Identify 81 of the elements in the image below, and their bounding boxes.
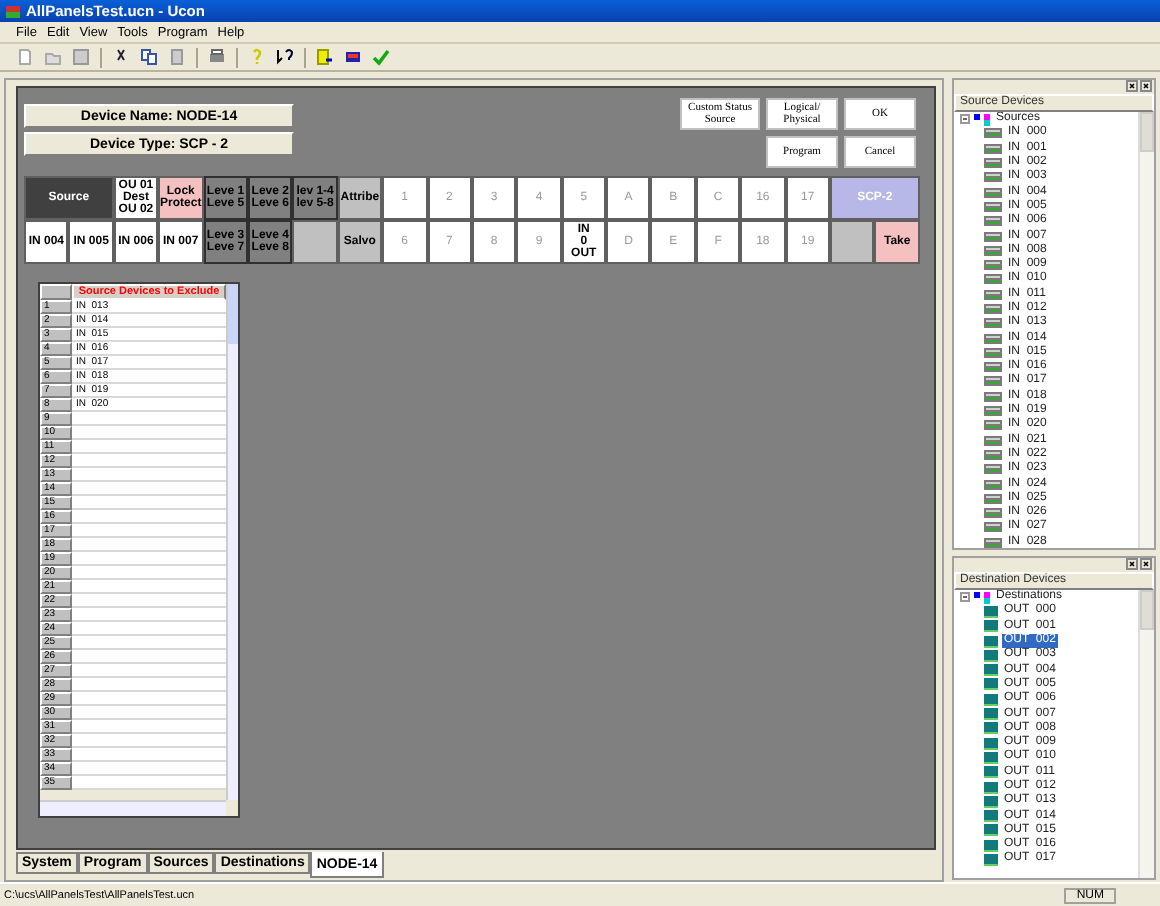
cut-icon[interactable] bbox=[112, 48, 130, 66]
paste-icon[interactable] bbox=[168, 48, 186, 66]
device-icon bbox=[984, 231, 1002, 242]
table-cell[interactable] bbox=[72, 706, 226, 720]
close-icon[interactable] bbox=[1140, 80, 1152, 92]
device-icon bbox=[984, 289, 1002, 300]
device-icon bbox=[984, 362, 1002, 373]
device-icon bbox=[984, 391, 1002, 402]
device-icon bbox=[984, 493, 1002, 504]
scrollbar[interactable] bbox=[1138, 590, 1154, 878]
panel-key[interactable] bbox=[292, 220, 338, 264]
device-icon bbox=[984, 143, 1002, 154]
printer-icon[interactable] bbox=[208, 48, 226, 66]
scrollbar[interactable] bbox=[1138, 112, 1154, 548]
table-cell[interactable] bbox=[72, 692, 226, 706]
table-cell[interactable] bbox=[72, 468, 226, 482]
horizontal-scrollbar[interactable] bbox=[40, 800, 226, 816]
device-icon bbox=[984, 508, 1002, 519]
device-icon bbox=[984, 245, 1002, 256]
device-icon bbox=[984, 304, 1002, 314]
table-cell[interactable] bbox=[72, 510, 226, 524]
group-icon bbox=[974, 591, 990, 604]
open-folder-icon[interactable] bbox=[44, 48, 62, 66]
device-icon bbox=[984, 347, 1002, 358]
table-cell[interactable] bbox=[72, 538, 226, 552]
device-icon bbox=[984, 479, 1002, 490]
panel-key[interactable] bbox=[830, 220, 875, 264]
close-icon[interactable] bbox=[1140, 558, 1152, 570]
table-cell[interactable] bbox=[72, 650, 226, 664]
new-file-icon[interactable] bbox=[16, 48, 34, 66]
scrollbar[interactable] bbox=[226, 284, 238, 800]
device-icon bbox=[984, 318, 1002, 329]
group-icon bbox=[974, 113, 990, 126]
table-cell[interactable] bbox=[72, 678, 226, 692]
table-cell[interactable] bbox=[72, 412, 226, 426]
table-cell[interactable] bbox=[72, 524, 226, 538]
table-corner bbox=[40, 284, 72, 300]
table-cell[interactable] bbox=[72, 552, 226, 566]
device-icon bbox=[984, 435, 1002, 446]
device-icon bbox=[984, 201, 1002, 212]
copy-icon[interactable] bbox=[140, 48, 158, 66]
context-help-icon[interactable] bbox=[276, 48, 294, 66]
table-cell[interactable] bbox=[72, 580, 226, 594]
table-cell[interactable] bbox=[72, 622, 226, 636]
device-icon bbox=[984, 406, 1002, 417]
collapse-icon[interactable] bbox=[960, 592, 970, 603]
checkmark-icon[interactable] bbox=[372, 48, 390, 66]
table-cell[interactable] bbox=[72, 496, 226, 510]
device-icon bbox=[984, 333, 1002, 344]
table-cell[interactable] bbox=[72, 720, 226, 734]
table-cell[interactable] bbox=[72, 454, 226, 468]
device-icon bbox=[984, 216, 1002, 227]
device-icon bbox=[984, 420, 1002, 431]
table-cell[interactable] bbox=[72, 566, 226, 580]
table-cell[interactable] bbox=[72, 762, 226, 776]
device-icon bbox=[984, 464, 1002, 475]
save-icon[interactable] bbox=[72, 48, 90, 66]
help-icon[interactable] bbox=[248, 48, 266, 66]
table-cell[interactable] bbox=[72, 594, 226, 608]
collapse-icon[interactable] bbox=[960, 114, 970, 125]
device-icon bbox=[984, 260, 1002, 271]
table-cell[interactable] bbox=[72, 748, 226, 762]
table-cell[interactable] bbox=[72, 482, 226, 496]
table-cell[interactable] bbox=[72, 440, 226, 454]
table-cell[interactable] bbox=[72, 608, 226, 622]
table-cell[interactable] bbox=[72, 636, 226, 650]
device-icon bbox=[984, 449, 1002, 460]
table-cell[interactable] bbox=[72, 776, 226, 790]
app-icon bbox=[6, 5, 20, 17]
device-icon bbox=[984, 158, 1002, 169]
table-cell[interactable] bbox=[72, 734, 226, 748]
device-icon bbox=[984, 274, 1002, 285]
device-icon bbox=[984, 522, 1002, 533]
panel-icon[interactable] bbox=[344, 48, 362, 66]
device-icon bbox=[984, 187, 1002, 198]
table-cell[interactable] bbox=[72, 426, 226, 440]
device-icon bbox=[984, 128, 1002, 139]
table-cell[interactable] bbox=[72, 664, 226, 678]
device-icon bbox=[984, 172, 1002, 183]
device-icon bbox=[984, 376, 1002, 387]
device-icon bbox=[984, 537, 1002, 548]
